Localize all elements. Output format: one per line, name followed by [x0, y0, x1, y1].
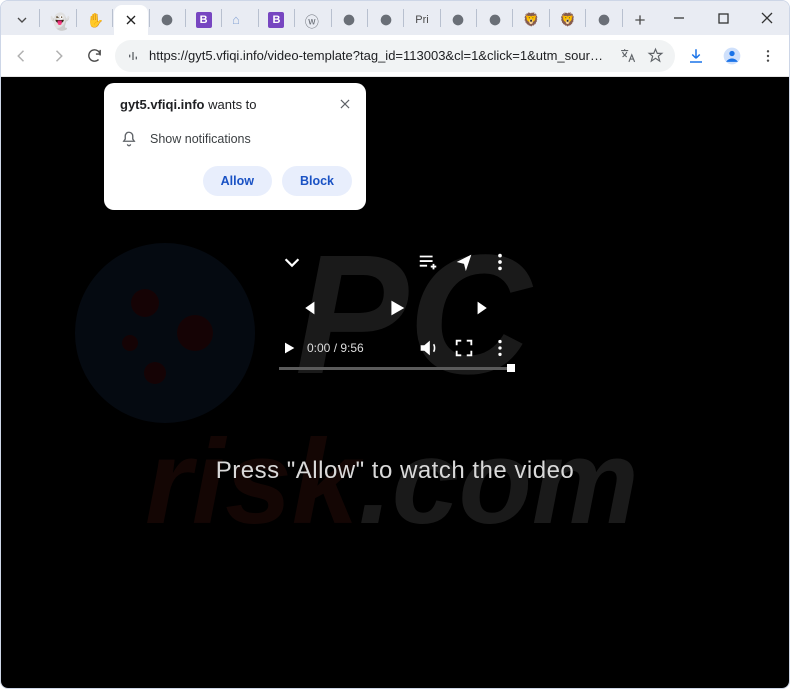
kebab-icon: [760, 48, 776, 64]
house-icon: ⌂: [232, 12, 248, 28]
chevron-down-icon: [281, 251, 303, 273]
progress-bar[interactable]: [279, 367, 513, 370]
more-small-button[interactable]: [489, 337, 511, 359]
globe-icon: [487, 12, 503, 28]
window-maximize[interactable]: [701, 1, 745, 35]
profile-icon: [722, 46, 742, 66]
share-icon: [453, 251, 475, 273]
lion-icon: 🦁: [560, 12, 576, 28]
tab-11[interactable]: Pri: [405, 5, 438, 35]
instruction-text: Press "Allow" to watch the video: [1, 457, 789, 485]
skip-next-icon: [473, 297, 495, 319]
chevron-down-icon: [14, 12, 30, 28]
kebab-icon: [489, 251, 511, 273]
bookmark-icon[interactable]: [645, 46, 665, 66]
window-controls: [657, 1, 789, 35]
collapse-button[interactable]: [281, 251, 303, 273]
window-minimize[interactable]: [657, 1, 701, 35]
browser-window: 👻 ✋ B ⌂ B ⓦ Pri 🦁 🦁: [0, 0, 790, 689]
play-icon: [281, 340, 297, 356]
profile-button[interactable]: [717, 41, 747, 71]
more-button[interactable]: [489, 251, 511, 273]
tab-10[interactable]: [369, 5, 402, 35]
globe-icon: [596, 12, 612, 28]
downloads-button[interactable]: [681, 41, 711, 71]
arrow-left-icon: [13, 47, 31, 65]
tab-active[interactable]: [114, 5, 147, 35]
tab-5[interactable]: B: [187, 5, 220, 35]
wordpress-icon: ⓦ: [305, 12, 321, 28]
tab-4[interactable]: [151, 5, 184, 35]
video-player: 0:00 / 9:56: [279, 245, 513, 370]
download-icon: [687, 47, 705, 65]
hand-icon: ✋: [86, 12, 102, 28]
menu-button[interactable]: [753, 41, 783, 71]
kebab-icon: [489, 337, 511, 359]
time-display: 0:00 / 9:56: [307, 341, 364, 355]
tab-7[interactable]: B: [260, 5, 293, 35]
notification-permission-dialog: gyt5.vfiqi.info wants to Show notificati…: [104, 83, 366, 210]
plus-icon: [632, 12, 648, 28]
site-settings-icon: [125, 48, 141, 64]
globe-icon: [450, 12, 466, 28]
url-text: https://gyt5.vfiqi.info/video-template?t…: [149, 48, 609, 63]
reload-button[interactable]: [79, 41, 109, 71]
dialog-close[interactable]: [338, 97, 352, 116]
minimize-icon: [673, 12, 685, 24]
globe-icon: [378, 12, 394, 28]
tab-8[interactable]: ⓦ: [296, 5, 329, 35]
reload-icon: [86, 47, 103, 64]
playlist-button[interactable]: [417, 251, 439, 273]
arrow-right-icon: [49, 47, 67, 65]
tab-1[interactable]: 👻: [41, 5, 74, 35]
new-tab-button[interactable]: [624, 5, 657, 35]
lion-icon: 🦁: [523, 12, 539, 28]
tab-14[interactable]: 🦁: [514, 5, 547, 35]
playlist-add-icon: [417, 251, 439, 273]
share-button[interactable]: [453, 251, 475, 273]
block-button[interactable]: Block: [282, 166, 352, 196]
globe-icon: [159, 12, 175, 28]
play-small-button[interactable]: [281, 340, 297, 356]
address-bar[interactable]: https://gyt5.vfiqi.info/video-template?t…: [115, 40, 675, 72]
tab-13[interactable]: [478, 5, 511, 35]
prev-button[interactable]: [297, 297, 319, 319]
tab-16[interactable]: [587, 5, 620, 35]
page-content: PC risk.com 0:00: [1, 77, 789, 688]
allow-button[interactable]: Allow: [203, 166, 272, 196]
ghost-icon: 👻: [50, 12, 66, 28]
play-icon: [385, 294, 407, 322]
close-icon: [123, 12, 139, 28]
maximize-icon: [718, 13, 729, 24]
forward-button[interactable]: [43, 41, 73, 71]
browser-toolbar: https://gyt5.vfiqi.info/video-template?t…: [1, 35, 789, 77]
close-icon: [338, 97, 352, 111]
b-badge-icon: B: [268, 12, 284, 28]
tab-12[interactable]: [442, 5, 475, 35]
tab-9[interactable]: [333, 5, 366, 35]
play-button[interactable]: [385, 297, 407, 319]
tab-6[interactable]: ⌂: [223, 5, 256, 35]
window-close[interactable]: [745, 1, 789, 35]
translate-icon[interactable]: [617, 46, 637, 66]
progress-handle[interactable]: [507, 364, 515, 372]
b-badge-icon: B: [196, 12, 212, 28]
tab-label: Pri: [415, 14, 428, 26]
next-button[interactable]: [473, 297, 495, 319]
tab-15[interactable]: 🦁: [551, 5, 584, 35]
fullscreen-icon: [453, 337, 475, 359]
tab-menu[interactable]: [5, 5, 38, 35]
permission-label: Show notifications: [150, 132, 251, 146]
tab-2[interactable]: ✋: [78, 5, 111, 35]
bell-icon: [120, 130, 138, 148]
skip-previous-icon: [297, 297, 319, 319]
fullscreen-button[interactable]: [453, 337, 475, 359]
volume-button[interactable]: [417, 337, 439, 359]
volume-icon: [417, 337, 439, 359]
dialog-title: gyt5.vfiqi.info wants to: [120, 97, 257, 112]
close-icon: [761, 12, 773, 24]
back-button[interactable]: [7, 41, 37, 71]
globe-icon: [341, 12, 357, 28]
tab-strip: 👻 ✋ B ⌂ B ⓦ Pri 🦁 🦁: [1, 1, 789, 35]
